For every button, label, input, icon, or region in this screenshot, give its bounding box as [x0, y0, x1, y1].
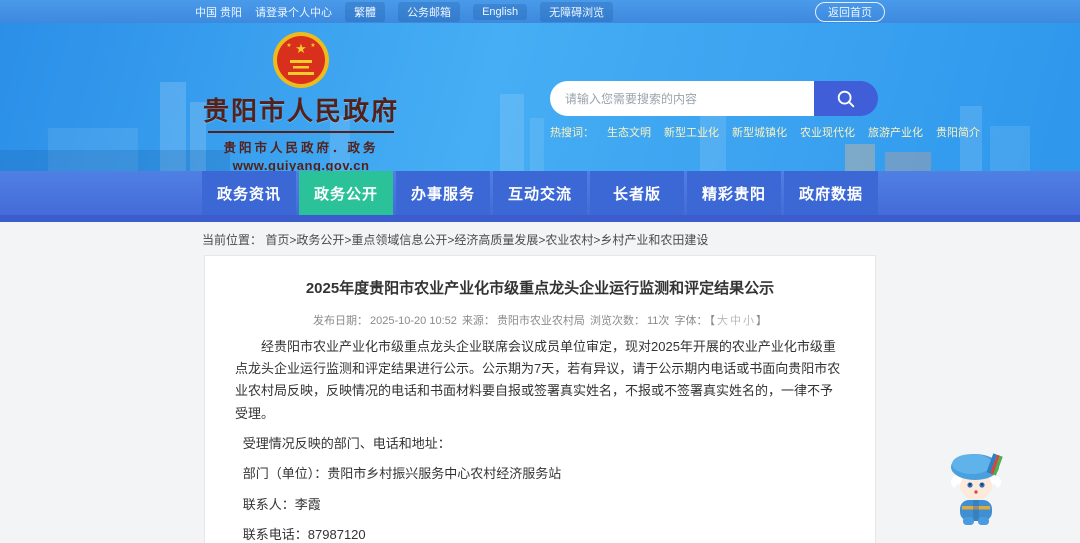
link-english[interactable]: English: [473, 3, 528, 20]
article-title: 2025年度贵阳市农业产业化市级重点龙头企业运行监测和评定结果公示: [305, 280, 775, 297]
nav-item-splendid-guiyang[interactable]: 精彩贵阳: [687, 171, 781, 215]
nav-item-news[interactable]: 政务资讯: [202, 171, 296, 215]
views-label: 浏览次数：: [590, 314, 645, 327]
hot-word-agriculture[interactable]: 农业现代化: [800, 124, 855, 140]
hot-search-label: 热搜词：: [550, 127, 594, 139]
source-label: 来源：: [461, 314, 495, 327]
publish-date-label: 发布日期：: [313, 314, 369, 327]
contact-person: 联系人：李霞: [242, 496, 321, 512]
hot-word-guiyang-intro[interactable]: 贵阳简介: [936, 124, 980, 140]
contact-phone: 联系电话：87987120: [242, 527, 366, 543]
site-logo[interactable]: ★ ★ ★ 贵阳市人民政府 贵阳市人民政府．政务 www.guiyang.gov…: [202, 31, 400, 171]
link-accessibility[interactable]: 无障碍浏览: [540, 1, 614, 22]
publish-date: 2025-10-20 10:52: [370, 314, 457, 327]
font-size-medium-button[interactable]: 中: [730, 315, 741, 327]
svg-text:★: ★: [295, 41, 307, 56]
link-official-mail[interactable]: 公务邮箱: [398, 1, 461, 22]
contact-heading: 受理情况反映的部门、电话和地址：: [242, 435, 451, 451]
font-size-small-button[interactable]: 小: [743, 315, 754, 327]
search-button[interactable]: [814, 81, 878, 116]
site-title: 贵阳市人民政府: [202, 96, 399, 126]
site-title-divider: [208, 131, 394, 133]
mascot-icon: [951, 453, 1003, 525]
search-area: 热搜词： 生态文明 新型工业化 新型城镇化 农业现代化 旅游产业化 贵阳简介: [550, 81, 980, 140]
source-value: 贵阳市农业农村局: [496, 314, 585, 327]
national-emblem-icon: ★ ★ ★: [273, 32, 329, 88]
article-meta: 发布日期： 2025-10-20 10:52 来源： 贵阳市农业农村局 浏览次数： 1…: [235, 312, 845, 328]
breadcrumb: 当前位置： 首页>政务公开>重点领域信息公开>经济高质量发展>农业农村>乡村产业…: [202, 222, 878, 255]
breadcrumb-path[interactable]: 首页>政务公开>重点领域信息公开>经济高质量发展>农业农村>乡村产业和农田建设: [265, 233, 708, 247]
contact-department: 部门（单位）：贵阳市乡村振兴服务中心农村经济服务站: [242, 466, 562, 482]
nav-item-gov-disclosure[interactable]: 政务公开: [299, 171, 393, 215]
search-icon: [837, 90, 855, 107]
nav-item-interaction[interactable]: 互动交流: [493, 171, 587, 215]
font-bracket-close: 】: [755, 314, 767, 327]
nav-item-gov-data[interactable]: 政府数据: [784, 171, 878, 215]
nav-bottom-band: [0, 215, 1080, 222]
site-banner: ★ ★ ★ 贵阳市人民政府 贵阳市人民政府．政务 www.guiyang.gov…: [0, 23, 1080, 171]
article-card: 2025年度贵阳市农业产业化市级重点龙头企业运行监测和评定结果公示 发布日期： 2…: [204, 255, 876, 543]
site-subtitle: 贵阳市人民政府．政务: [223, 141, 379, 155]
hot-search-row: 热搜词： 生态文明 新型工业化 新型城镇化 农业现代化 旅游产业化 贵阳简介: [550, 124, 980, 140]
hot-word-tourism[interactable]: 旅游产业化: [868, 124, 923, 140]
svg-text:★: ★: [286, 42, 291, 49]
main-navigation: 政务资讯 政务公开 办事服务 互动交流 长者版 精彩贵阳 政府数据: [0, 171, 1080, 222]
assistant-mascot[interactable]: [946, 446, 1006, 531]
nav-item-senior-version[interactable]: 长者版: [590, 171, 684, 215]
views-value: 11次: [647, 314, 670, 327]
article-intro-paragraph: 经贵阳市农业产业化市级重点龙头企业联席会议成员单位审定，现对2025年开展的农业…: [235, 338, 841, 421]
hot-word-urbanization[interactable]: 新型城镇化: [732, 124, 787, 140]
link-login-personal-center[interactable]: 请登录个人中心: [255, 4, 332, 20]
link-china-guiyang[interactable]: 中国 贵阳: [195, 4, 242, 20]
page: 中国 贵阳 请登录个人中心 繁體 公务邮箱 English 无障碍浏览 返回首页: [0, 0, 1080, 543]
hot-word-industry[interactable]: 新型工业化: [664, 124, 719, 140]
search-input[interactable]: [550, 81, 814, 116]
hot-word-eco[interactable]: 生态文明: [607, 124, 651, 140]
font-size-label: 字体：: [674, 314, 708, 327]
return-home-button[interactable]: 返回首页: [815, 1, 885, 22]
font-size-large-button[interactable]: 大: [717, 315, 728, 327]
breadcrumb-label: 当前位置：: [202, 233, 263, 247]
link-traditional-chinese[interactable]: 繁體: [345, 1, 386, 22]
svg-text:★: ★: [310, 42, 315, 49]
site-url: www.guiyang.gov.cn: [232, 158, 370, 171]
nav-item-services[interactable]: 办事服务: [396, 171, 490, 215]
top-utility-bar: 中国 贵阳 请登录个人中心 繁體 公务邮箱 English 无障碍浏览 返回首页: [0, 0, 1080, 23]
font-bracket-open: 【: [709, 314, 715, 327]
